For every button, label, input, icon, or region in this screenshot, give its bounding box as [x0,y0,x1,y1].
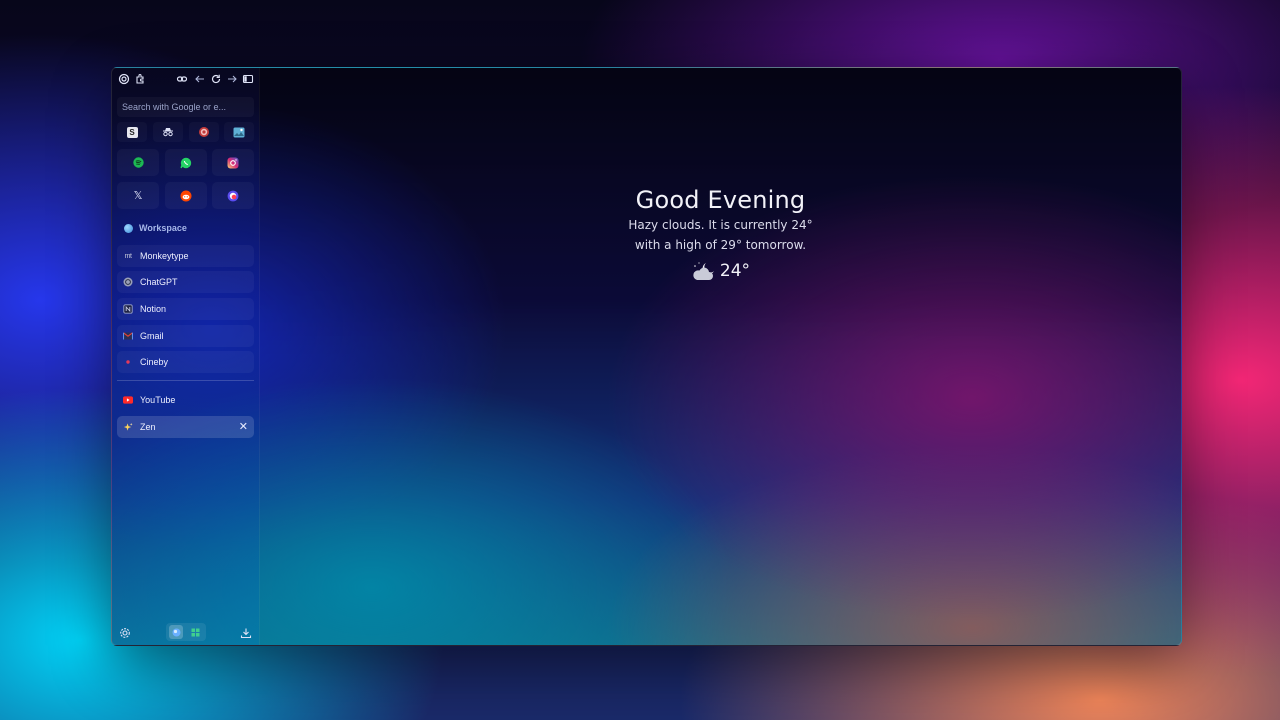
workspace-icon [124,223,133,233]
greeting-title: Good Evening [635,186,806,214]
pinned-tabs-divider [117,380,254,381]
new-tab-page: Good Evening Hazy clouds. It is currentl… [259,68,1181,645]
tab-label: ChatGPT [140,277,178,287]
x-icon: 𝕏 [133,189,143,202]
tab-label: Gmail [140,331,164,341]
extension-icon[interactable] [133,72,147,86]
pinned-site-firefox-relay[interactable] [212,182,254,209]
chatgpt-icon [123,277,133,287]
sidebar-toggle-icon[interactable] [241,72,255,86]
sparkles-icon [123,422,133,432]
tab-label: Monkeytype [140,251,189,261]
youtube-icon [123,395,133,405]
current-temperature: 24° [719,261,751,281]
tab-label: Notion [140,304,167,314]
tab-label: Zen [140,422,156,432]
forward-icon[interactable] [225,72,239,86]
workspace-header[interactable]: Workspace [117,220,254,236]
settings-icon[interactable] [117,72,131,86]
whatsapp-icon [180,157,192,168]
back-icon[interactable] [193,72,207,86]
instagram-icon [227,157,239,168]
tab-chatgpt[interactable]: ChatGPT [117,271,254,293]
gmail-icon [123,331,133,341]
settings-icon[interactable] [119,626,131,638]
tab-youtube[interactable]: YouTube [117,389,254,411]
tab-gmail[interactable]: Gmail [117,325,254,347]
pinned-site-scratchpad[interactable]: S [117,122,147,142]
scratchpad-icon: S [126,126,138,138]
pinned-site-instagram[interactable] [212,149,254,176]
workspace-alt-icon[interactable] [188,625,202,639]
pinned-site-target[interactable] [189,122,219,142]
close-tab-icon[interactable]: ✕ [239,420,248,434]
incognito-icon [163,128,173,137]
pinned-site-spotify[interactable] [117,149,159,176]
notion-icon [123,304,133,314]
image-gallery-icon [233,127,245,137]
cineby-icon [123,357,133,367]
tab-zen[interactable]: Zen ✕ [117,416,254,438]
tab-cineby[interactable]: Cineby [117,351,254,373]
browser-window: Search with Google or e... S 𝕏 Workspace… [111,67,1182,646]
greeting-block: Good Evening Hazy clouds. It is currentl… [260,186,1181,282]
pinned-site-x[interactable]: 𝕏 [117,182,159,209]
spotify-icon [132,157,144,168]
link-icon[interactable] [175,72,189,86]
sidebar: Search with Google or e... S 𝕏 Workspace… [112,68,259,645]
sidebar-bottom-bar [112,619,259,645]
weather-current: 24° [260,260,1181,282]
download-icon[interactable] [240,626,252,639]
essentials-row: S [117,122,254,144]
tab-label: YouTube [140,395,176,405]
reload-icon[interactable] [209,72,223,86]
pinned-site-gallery[interactable] [224,122,254,142]
partly-cloudy-night-icon [693,262,714,280]
tab-monkeytype[interactable]: mt Monkeytype [117,245,254,267]
monkeytype-icon: mt [124,252,132,260]
tab-notion[interactable]: Notion [117,298,254,320]
url-search-input[interactable]: Search with Google or e... [117,97,254,117]
weather-description-line2: with a high of 29° tomorrow. [634,238,807,252]
pinned-site-reddit[interactable] [165,182,207,209]
weather-description-line1: Hazy clouds. It is currently 24° [628,218,813,232]
workspace-label: Workspace [139,223,187,233]
tab-label: Cineby [140,357,169,367]
workspace-switcher-icon[interactable] [169,625,183,639]
reddit-icon [180,190,192,201]
firefox-relay-icon [227,190,239,201]
sidebar-toolbar [112,68,259,90]
workspace-switcher [166,623,206,641]
target-icon [199,127,209,137]
pinned-site-whatsapp[interactable] [165,149,207,176]
pinned-site-incognito[interactable] [153,122,183,142]
